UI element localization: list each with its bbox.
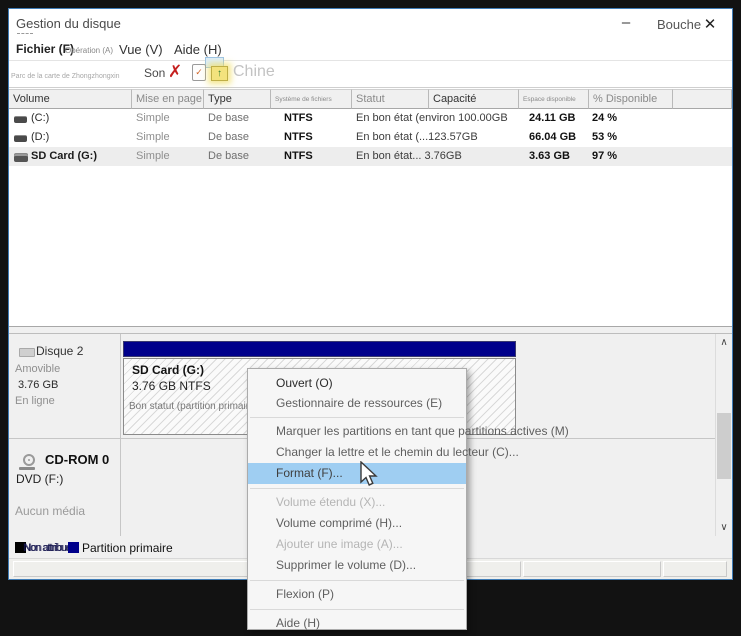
scrollbar-up-icon[interactable]: ∧: [716, 334, 732, 351]
menu-separator: [250, 417, 464, 418]
table-row[interactable]: (D:) Simple De base NTFS En bon état (..…: [9, 128, 732, 147]
folder-up-icon[interactable]: ↑: [211, 66, 228, 81]
cell-status: En bon état (...123.57GB: [356, 128, 478, 147]
vertical-scrollbar[interactable]: ∧ ∨: [715, 334, 732, 536]
table-row-selected[interactable]: SD Card (G:) Simple De base NTFS En bon …: [9, 147, 732, 166]
status-segment: [523, 561, 661, 577]
disk-icon: [19, 348, 35, 357]
cell-volume: (C:): [31, 109, 49, 128]
pane-splitter[interactable]: [9, 326, 732, 334]
menu-operation[interactable]: Opération (A): [65, 46, 113, 55]
close-icon[interactable]: ✕: [699, 14, 721, 36]
cdrom-icon: [23, 454, 35, 466]
cell-filesystem: NTFS: [284, 147, 313, 166]
cell-percent: 24 %: [592, 109, 617, 128]
properties-check-icon[interactable]: ✓: [192, 64, 206, 81]
legend-swatch-primary: [68, 542, 79, 553]
disk2-name[interactable]: Disque 2: [36, 344, 83, 358]
cell-filesystem: NTFS: [284, 128, 313, 147]
col-header-empty[interactable]: [673, 89, 732, 109]
menu-item-format[interactable]: Format (F)...: [248, 463, 466, 484]
menu-item-open[interactable]: Ouvert (O): [248, 373, 466, 393]
cell-status: En bon état... 3.76GB: [356, 147, 462, 166]
cell-percent: 53 %: [592, 128, 617, 147]
delete-icon[interactable]: ✗: [168, 62, 182, 82]
col-header-volume[interactable]: Volume: [9, 89, 132, 109]
cell-layout: Simple: [136, 147, 170, 166]
toolbar: Parc de la carte de Zhongzhongxin Son ✗ …: [9, 61, 732, 88]
cdrom-label-block[interactable]: CD-ROM 0 DVD (F:) Aucun média: [9, 439, 120, 536]
minimize-button[interactable]: –: [613, 12, 639, 34]
disk2-status: En ligne: [15, 395, 55, 407]
cell-type: De base: [208, 147, 249, 166]
drive-icon: [14, 153, 28, 162]
cell-volume: (D:): [31, 128, 49, 147]
cdrom-drive-letter: DVD (F:): [16, 472, 63, 486]
menu-item-change-letter[interactable]: Changer la lettre et le chemin du lecteu…: [248, 442, 466, 463]
disk2-kind: Amovible: [15, 363, 60, 375]
cell-free-space: 24.11 GB: [529, 109, 575, 128]
cdrom-icon-base: [19, 467, 35, 470]
menu-view[interactable]: Vue (V): [119, 42, 163, 57]
cdrom-media-status: Aucun média: [15, 504, 85, 518]
menu-item-help[interactable]: Aide (H): [248, 613, 466, 634]
col-header-capacity[interactable]: Capacité: [429, 89, 519, 109]
pane-column-divider: [120, 334, 121, 536]
partition-color-bar: [123, 341, 516, 357]
menu-item-add-mirror: Ajouter une image (A)...: [248, 534, 466, 555]
col-header-type[interactable]: Type: [204, 89, 271, 109]
col-header-free[interactable]: Espace disponible: [519, 89, 589, 109]
toolbar-chine-label: Chine: [233, 63, 275, 81]
title-bar: Gestion du disque – Bouche ✕: [9, 9, 732, 39]
menu-separator: [250, 488, 464, 489]
menu-help[interactable]: Aide (H): [174, 42, 222, 57]
scrollbar-thumb[interactable]: [717, 413, 731, 479]
cell-free-space: 3.63 GB: [529, 147, 570, 166]
menu-item-extend-volume: Volume étendu (X)...: [248, 492, 466, 513]
legend-label-unallocated: Non attribué: [23, 542, 71, 554]
partition-title: SD Card (G:): [132, 363, 204, 377]
close-button-label: Bouche: [657, 17, 701, 32]
cell-type: De base: [208, 128, 249, 147]
window-title: Gestion du disque: [16, 16, 121, 31]
menu-item-shrink-volume[interactable]: Volume comprimé (H)...: [248, 513, 466, 534]
status-segment: [663, 561, 727, 577]
toolbar-son-label: Son: [144, 66, 165, 80]
cell-volume: SD Card (G:): [31, 147, 97, 166]
cell-status: En bon état (environ 100.00GB: [356, 109, 508, 128]
cdrom-name: CD-ROM 0: [45, 452, 109, 467]
cell-free-space: 66.04 GB: [529, 128, 576, 147]
cell-layout: Simple: [136, 109, 170, 128]
menu-separator: [250, 580, 464, 581]
cell-filesystem: NTFS: [284, 109, 313, 128]
partition-status: Bon statut (partition primaire: [129, 401, 255, 412]
menu-bar: Fichier (F) Opération (A) Vue (V) Aide (…: [9, 39, 732, 61]
disk2-size: 3.76 GB: [18, 379, 58, 391]
menu-item-explorer[interactable]: Gestionnaire de ressources (E): [248, 393, 466, 413]
partition-size-fs: 3.76 GB NTFS: [132, 379, 211, 393]
menu-item-properties[interactable]: Flexion (P): [248, 584, 466, 605]
menu-item-delete-volume[interactable]: Supprimer le volume (D)...: [248, 555, 466, 576]
col-header-percent[interactable]: % Disponible: [589, 89, 673, 109]
col-header-layout[interactable]: Mise en page: [132, 89, 204, 109]
cell-type: De base: [208, 109, 249, 128]
cell-percent: 97 %: [592, 147, 617, 166]
drive-icon: [14, 116, 27, 123]
mouse-cursor-icon: [358, 461, 380, 494]
col-header-status[interactable]: Statut: [352, 89, 429, 109]
menu-item-mark-active[interactable]: Marquer les partitions en tant que parti…: [248, 421, 466, 442]
menu-separator: [250, 609, 464, 610]
context-menu: Ouvert (O) Gestionnaire de ressources (E…: [247, 368, 467, 630]
legend-label-primary: Partition primaire: [82, 541, 173, 555]
drive-icon: [14, 135, 27, 142]
col-header-filesystem[interactable]: Système de fichiers: [271, 89, 352, 109]
scrollbar-down-icon[interactable]: ∨: [716, 519, 732, 536]
toolbar-faint-text: Parc de la carte de Zhongzhongxin: [11, 73, 120, 80]
table-row[interactable]: (C:) Simple De base NTFS En bon état (en…: [9, 109, 732, 128]
title-underline-artifact: [17, 33, 33, 34]
volume-table: Volume Mise en page Type Système de fich…: [9, 89, 732, 326]
cell-layout: Simple: [136, 128, 170, 147]
